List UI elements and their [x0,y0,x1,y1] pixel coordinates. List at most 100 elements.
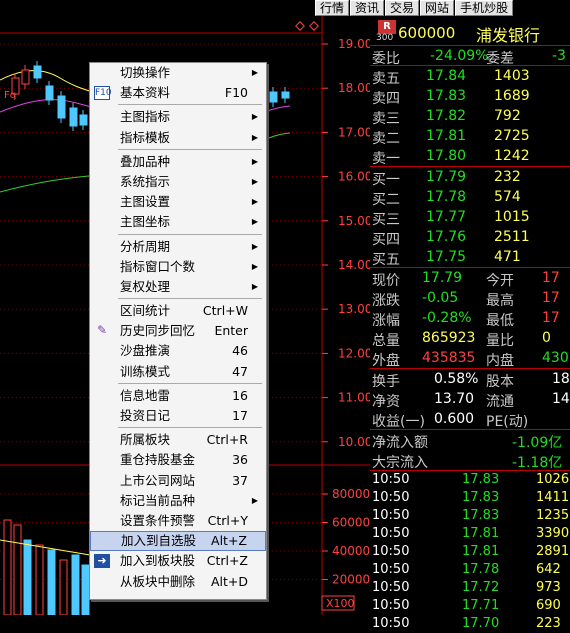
tick-price: 17.71 [462,598,500,613]
quote-row: 卖五 17.84 1403 [370,66,570,87]
tick-time: 10:50 [372,616,410,631]
menu-item-30[interactable]: 从板块中删除 Alt+D [90,572,266,592]
toolbar-button-0[interactable]: 行情 [315,0,350,16]
menu-item-3[interactable]: 主图指标 ▶ [90,107,266,127]
menu-item-18[interactable]: 训练模式 47 [90,362,266,382]
volume-bar [59,559,68,615]
menu-item-29[interactable]: ➜ 加入到板块股 Ctrl+Z [90,551,266,571]
bid-label: 买一 [372,172,400,188]
menu-item-25[interactable]: 上市公司网站 37 [90,471,266,491]
ask-label: 卖一 [372,151,400,167]
stats2-list: 换手 0.58% 股本 18 净资 13.70 流通 14 收益(一) 0.600 PE(动) [370,369,570,430]
menu-item-shortcut: Ctrl+W [202,303,248,319]
menu-item-23[interactable]: 所属板块 Ctrl+R [90,430,266,450]
menu-item-13[interactable]: 复权处理 ▶ [90,277,266,297]
stat-value: 17 [542,270,560,286]
tick-time: 10:50 [372,580,410,595]
quote-row: 10:50 17.83 1026 [370,471,570,489]
tick-volume: 3390 [536,526,570,541]
menu-item-9[interactable]: 主图坐标 ▶ [90,212,266,232]
bid-price: 17.75 [426,249,467,265]
menu-item-label: 投资日记 [120,408,171,423]
stat-label: 流通 [486,394,514,410]
price-tick-label: 14.00 [338,258,370,272]
weibi-label: 委比 [372,51,400,67]
bid-label: 买二 [372,192,400,208]
bid-volume: 232 [494,169,521,185]
ask-price: 17.80 [426,148,467,164]
menu-item-17[interactable]: 沙盘推演 46 [90,341,266,361]
stat-value: 17.79 [422,270,463,286]
price-tick-label: 13.00 [338,302,370,316]
ask-price: 17.82 [426,108,467,124]
flow-label: 净流入额 [372,435,428,451]
diamond-icon[interactable] [295,21,305,31]
stat-value: 435835 [422,350,476,366]
tick-price: 17.81 [462,526,500,541]
volume-unit: X100 [326,597,355,610]
menu-item-label: 指标窗口个数 [120,258,196,274]
ask-volume: 1689 [494,88,530,104]
menu-item-20[interactable]: 信息地雷 16 [90,386,266,406]
quote-row: 涨幅 -0.28% 最低 17 [370,308,570,329]
toolbar-button-2[interactable]: 交易 [385,0,420,16]
toolbar-button-3[interactable]: 网站 [420,0,455,16]
stat-value: 0 [542,330,551,346]
candle-body [57,95,66,119]
tick-volume: 2891 [536,544,570,559]
price-tick-label: 17.00 [338,125,370,139]
quote-row: 卖一 17.80 1242 [370,146,570,167]
diamond-icon[interactable] [309,21,319,31]
weicha-value: -3 [552,48,566,64]
stats-list: 现价 17.79 今开 17 涨跌 -0.05 最高 17 涨幅 -0.28% 最低 17 总量 8659… [370,268,570,369]
stat-value: 17 [542,290,560,306]
menu-item-21[interactable]: 投资日记 17 [90,406,266,426]
ma-line [0,99,101,113]
price-tick-label: 11.00 [338,391,370,405]
weicha-label: 委差 [486,51,514,67]
candle-body [69,107,78,127]
toolbar-button-4[interactable]: 手机炒股 [455,0,514,16]
context-menu: 切换操作 ▶ F10 基本资料 F10 主图指标 ▶ 指标模板 ▶ 叠加品种 ▶ 系统指示 ▶ 主图设置 ▶… [89,62,267,600]
menu-item-7[interactable]: 系统指示 ▶ [90,172,266,192]
menu-item-6[interactable]: 叠加品种 ▶ [90,152,266,172]
stat-label: 涨跌 [372,293,400,309]
submenu-arrow-icon: ▶ [251,176,258,186]
menu-item-0[interactable]: 切换操作 ▶ [90,63,266,83]
menu-item-11[interactable]: 分析周期 ▶ [90,237,266,257]
menu-item-15[interactable]: 区间统计 Ctrl+W [90,301,266,321]
ask-price: 17.84 [426,68,467,84]
menu-item-12[interactable]: 指标窗口个数 ▶ [90,257,266,277]
menu-item-shortcut: Ctrl+R [206,432,248,448]
quote-row: 10:50 17.70 223 [370,615,570,633]
toolbar-button-1[interactable]: 资讯 [350,0,385,16]
ask-price: 17.81 [426,128,467,144]
stat-label: PE(动) [486,414,529,430]
price-tick-label: 16.00 [338,170,370,184]
menu-item-26[interactable]: 标记当前品种 ▶ [90,491,266,511]
ask-price: 17.83 [426,88,467,104]
candle-body [33,65,42,79]
bid-price: 17.79 [426,169,467,185]
tick-time: 10:50 [372,490,410,505]
menu-item-shortcut: Alt+D [210,573,248,589]
bid-list: 买一 17.79 232 买二 17.78 574 买三 17.77 1015 买四 17.76 25… [370,167,570,268]
tick-volume: 1235 [536,508,570,523]
menu-item-24[interactable]: 重仓持股基金 36 [90,450,266,470]
stock-name: 浦发银行 [476,26,541,45]
quote-row: 换手 0.58% 股本 18 [370,369,570,390]
quote-row: 10:50 17.78 642 [370,561,570,579]
menu-item-shortcut: Enter [214,323,248,339]
menu-item-28[interactable]: 加入到自选股 Alt+Z [90,531,266,552]
menu-item-label: 历史同步回忆 [120,323,196,339]
menu-item-16[interactable]: ✎ 历史同步回忆 Enter [90,321,266,341]
price-tick-label: 15.00 [338,214,370,228]
menu-item-1[interactable]: F10 基本资料 F10 [90,83,266,103]
menu-item-4[interactable]: 指标模板 ▶ [90,128,266,148]
menu-item-8[interactable]: 主图设置 ▶ [90,192,266,212]
tick-price: 17.83 [462,472,500,487]
menu-item-27[interactable]: 设置条件预警 Ctrl+Y [90,511,266,531]
stat-label: 量比 [486,333,514,349]
bid-label: 买四 [372,232,400,248]
submenu-arrow-icon: ▶ [251,495,258,505]
